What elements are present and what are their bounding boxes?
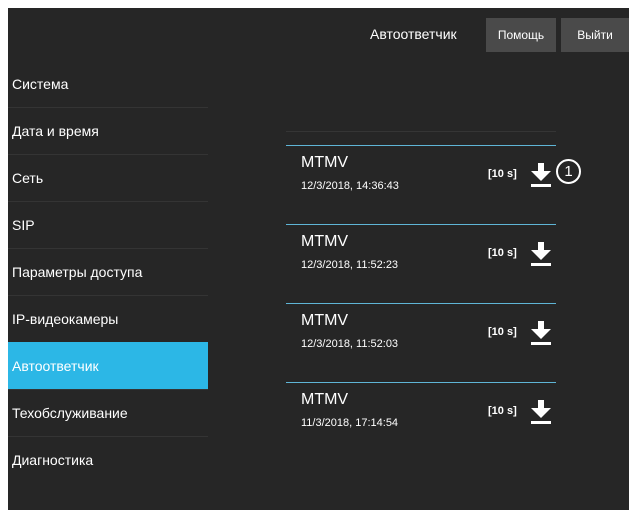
sidebar-item-system[interactable]: Система xyxy=(8,60,208,107)
recording-item: MTMV 12/3/2018, 11:52:03 [10 s] xyxy=(286,303,556,381)
recording-name: MTMV xyxy=(301,233,349,250)
sidebar-item-label: Дата и время xyxy=(12,123,99,139)
sidebar-item-label: Сеть xyxy=(12,170,44,186)
recording-name: MTMV xyxy=(301,391,349,408)
download-icon[interactable] xyxy=(530,241,552,267)
sidebar-item-sip[interactable]: SIP xyxy=(8,201,208,248)
app-window: Автоответчик Помощь Выйти Система Дата и… xyxy=(8,8,629,510)
sidebar-item-network[interactable]: Сеть xyxy=(8,154,208,201)
recording-duration: [10 s] xyxy=(488,247,517,259)
recording-name: MTMV xyxy=(301,154,349,171)
sidebar-item-answering-machine[interactable]: Автоответчик xyxy=(8,342,208,389)
download-icon[interactable] xyxy=(530,162,552,188)
sidebar-item-label: Параметры доступа xyxy=(12,264,143,280)
recording-name: MTMV xyxy=(301,312,349,329)
callout-marker: 1 xyxy=(556,159,581,184)
recording-duration: [10 s] xyxy=(488,168,517,180)
download-icon[interactable] xyxy=(530,320,552,346)
sidebar: Система Дата и время Сеть SIP Параметры … xyxy=(8,60,208,483)
recording-item: MTMV 11/3/2018, 17:14:54 [10 s] xyxy=(286,382,556,460)
recording-date: 11/3/2018, 17:14:54 xyxy=(301,417,399,429)
recording-date: 12/3/2018, 11:52:23 xyxy=(301,259,399,271)
recording-date: 12/3/2018, 11:52:03 xyxy=(301,338,399,350)
sidebar-item-label: Диагностика xyxy=(12,452,94,468)
recording-duration: [10 s] xyxy=(488,326,517,338)
sidebar-item-label: Техобслуживание xyxy=(12,405,128,421)
sidebar-item-diagnostics[interactable]: Диагностика xyxy=(8,436,208,483)
sidebar-item-access[interactable]: Параметры доступа xyxy=(8,248,208,295)
recording-duration: [10 s] xyxy=(488,405,517,417)
download-icon[interactable] xyxy=(530,399,552,425)
header: Автоответчик Помощь Выйти xyxy=(8,8,629,54)
sidebar-item-label: SIP xyxy=(12,217,35,233)
exit-button[interactable]: Выйти xyxy=(561,18,629,52)
help-button[interactable]: Помощь xyxy=(486,18,556,52)
recording-date: 12/3/2018, 14:36:43 xyxy=(301,180,399,192)
sidebar-item-label: Автоответчик xyxy=(12,358,99,374)
sidebar-item-ip-cameras[interactable]: IP-видеокамеры xyxy=(8,295,208,342)
recording-item: MTMV 12/3/2018, 14:36:43 [10 s] xyxy=(286,145,556,223)
page-title: Автоответчик xyxy=(370,26,457,42)
sidebar-item-maintenance[interactable]: Техобслуживание xyxy=(8,389,208,436)
sidebar-item-date-time[interactable]: Дата и время xyxy=(8,107,208,154)
recording-item: MTMV 12/3/2018, 11:52:23 [10 s] xyxy=(286,224,556,302)
sidebar-item-label: Система xyxy=(12,75,69,92)
list-top-divider xyxy=(286,131,556,132)
sidebar-item-label: IP-видеокамеры xyxy=(12,311,119,327)
